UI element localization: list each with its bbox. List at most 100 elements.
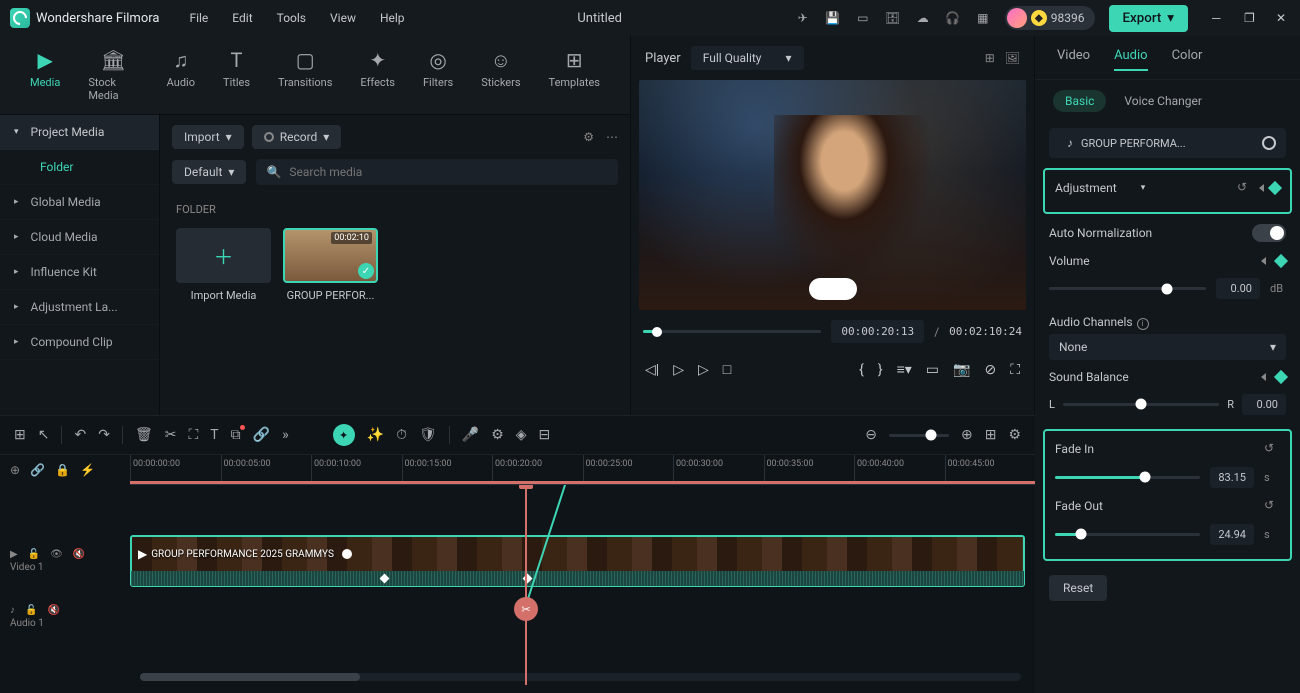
lock-icon[interactable]: 🔓 [28, 549, 40, 560]
sidebar-global-media[interactable]: ▸Global Media [0, 185, 159, 220]
fullscreen-icon[interactable]: ⛶ [1010, 362, 1020, 378]
list-icon[interactable]: ≡▾ [897, 361, 912, 378]
view-icon[interactable]: ⊞ [985, 427, 997, 443]
menu-file[interactable]: File [189, 11, 208, 25]
tab-audio[interactable]: Audio [1114, 48, 1147, 71]
sidebar-compound-clip[interactable]: ▸Compound Clip [0, 325, 159, 360]
mic-icon[interactable]: 🎤 [462, 427, 479, 443]
shield-icon[interactable]: 🛡 [419, 427, 437, 443]
prev-keyframe-icon[interactable] [1261, 257, 1266, 265]
reset-icon[interactable]: ↺ [1264, 441, 1280, 457]
mixer-icon[interactable]: ⚙ [491, 427, 504, 443]
archive-icon[interactable]: 🗄 [885, 10, 901, 26]
grid-icon[interactable]: ▦ [975, 10, 991, 26]
pointer-icon[interactable]: ↖ [38, 427, 50, 443]
fade-in-value[interactable]: 83.15 [1210, 467, 1254, 488]
menu-edit[interactable]: Edit [232, 11, 252, 25]
subtab-basic[interactable]: Basic [1053, 90, 1106, 112]
split-button[interactable]: ✂ [165, 427, 177, 443]
record-button[interactable]: Record▾ [252, 125, 342, 149]
track-add-icon[interactable]: ⊕ [10, 463, 20, 477]
audio-waveform[interactable] [130, 571, 1025, 587]
headphones-icon[interactable]: 🎧 [945, 10, 961, 26]
ribbon-templates[interactable]: ⊞Templates [549, 48, 600, 102]
copy-button[interactable]: ⧉ [231, 427, 241, 443]
playhead[interactable]: ✂ [525, 485, 527, 685]
track-lock-icon[interactable]: 🔒 [55, 463, 70, 477]
crop-button[interactable]: ⛶ [188, 427, 198, 443]
maximize-button[interactable]: ❐ [1244, 11, 1258, 25]
import-button[interactable]: Import▾ [172, 125, 244, 149]
link-button[interactable]: 🔗 [253, 427, 270, 443]
sidebar-cloud-media[interactable]: ▸Cloud Media [0, 220, 159, 255]
chevron-down-icon[interactable]: ▾ [1141, 183, 1146, 193]
settings-icon[interactable]: ⚙ [1008, 427, 1021, 443]
ribbon-audio[interactable]: ♫Audio [167, 48, 195, 102]
save-icon[interactable]: 💾 [825, 10, 841, 26]
zoom-in-icon[interactable]: ⊕ [961, 427, 973, 443]
keyframe-icon[interactable] [1274, 369, 1288, 383]
balance-slider[interactable] [1063, 403, 1219, 406]
screen-mode-icon[interactable]: ▭ [926, 362, 939, 378]
ribbon-stickers[interactable]: ☺Stickers [481, 48, 520, 102]
enhance-icon[interactable]: ✨ [367, 427, 384, 443]
ribbon-media[interactable]: ▶Media [30, 48, 60, 102]
tab-color[interactable]: Color [1172, 48, 1203, 71]
progress-slider[interactable] [643, 330, 821, 333]
filter-icon[interactable]: ⚙ [583, 130, 594, 144]
more-icon[interactable]: ⋯ [606, 130, 618, 144]
sidebar-project-media[interactable]: ▾Project Media [0, 115, 159, 150]
mute-icon[interactable]: 🔇 [47, 605, 59, 616]
menu-help[interactable]: Help [380, 11, 405, 25]
fade-out-value[interactable]: 24.94 [1210, 524, 1254, 545]
fade-in-slider[interactable] [1055, 476, 1200, 479]
play-button[interactable]: ▷ [673, 362, 684, 378]
mark-in-button[interactable]: { [859, 362, 864, 378]
prev-frame-button[interactable]: ◁| [645, 362, 659, 378]
time-ruler[interactable]: 00:00:00:00 00:00:05:00 00:00:10:00 00:0… [130, 455, 1035, 485]
next-button[interactable]: ▷ [698, 362, 709, 378]
minimize-button[interactable]: ─ [1212, 11, 1226, 25]
grid-icon[interactable]: ⊞ [14, 427, 26, 443]
account-coins[interactable]: ◆ 98396 [1005, 6, 1095, 30]
menu-view[interactable]: View [330, 11, 356, 25]
import-media-card[interactable]: ＋ Import Media [176, 228, 271, 302]
horizontal-scrollbar[interactable] [140, 673, 1021, 681]
quality-select[interactable]: Full Quality▾ [691, 46, 804, 70]
reset-icon[interactable]: ↺ [1237, 180, 1253, 196]
ribbon-effects[interactable]: ✦Effects [360, 48, 395, 102]
volume-slider[interactable] [1049, 287, 1206, 290]
balance-value[interactable]: 0.00 [1242, 394, 1286, 415]
ribbon-titles[interactable]: TTitles [223, 48, 250, 102]
zoom-out-icon[interactable]: ⊖ [865, 427, 877, 443]
text-button[interactable]: T [210, 427, 218, 443]
video-clip[interactable]: ▶ GROUP PERFORMANCE 2025 GRAMMYS [130, 535, 1025, 587]
delete-button[interactable]: 🗑 [135, 427, 153, 443]
video-track-header[interactable]: ▶ 🔓 👁 🔇 Video 1 [0, 535, 130, 587]
more-button[interactable]: » [282, 427, 289, 443]
image-icon[interactable]: 🖼 [1005, 51, 1020, 65]
eye-icon[interactable]: 👁 [50, 549, 63, 560]
screen-icon[interactable]: ▭ [855, 10, 871, 26]
ai-button[interactable]: ✦ [333, 424, 355, 446]
stop-button[interactable]: □ [723, 361, 731, 378]
send-icon[interactable]: ✈ [795, 10, 811, 26]
lock-icon[interactable]: 🔓 [25, 605, 37, 616]
ribbon-filters[interactable]: ◎Filters [423, 48, 453, 102]
safe-zone-icon[interactable]: ⊘ [984, 362, 996, 378]
speed-icon[interactable]: ⏱ [396, 427, 407, 443]
ribbon-stock[interactable]: 🏛Stock Media [88, 48, 138, 102]
info-icon[interactable]: i [1137, 318, 1149, 330]
sort-button[interactable]: Default▾ [172, 160, 246, 184]
marker-icon[interactable]: ◈ [516, 427, 527, 443]
audio-track-header[interactable]: ♪ 🔓 🔇 Audio 1 [0, 597, 130, 637]
zoom-slider[interactable] [889, 434, 949, 437]
track-fx-icon[interactable]: ⚡ [80, 463, 95, 477]
media-clip-card[interactable]: 00:02:10 ✓ GROUP PERFOR... [283, 228, 378, 302]
volume-value[interactable]: 0.00 [1216, 278, 1260, 299]
reset-button[interactable]: Reset [1049, 575, 1107, 601]
grid-view-icon[interactable]: ⊞ [985, 51, 995, 65]
undo-button[interactable]: ↶ [74, 427, 86, 443]
close-button[interactable]: ✕ [1276, 11, 1290, 25]
search-box[interactable]: 🔍 [256, 159, 618, 185]
